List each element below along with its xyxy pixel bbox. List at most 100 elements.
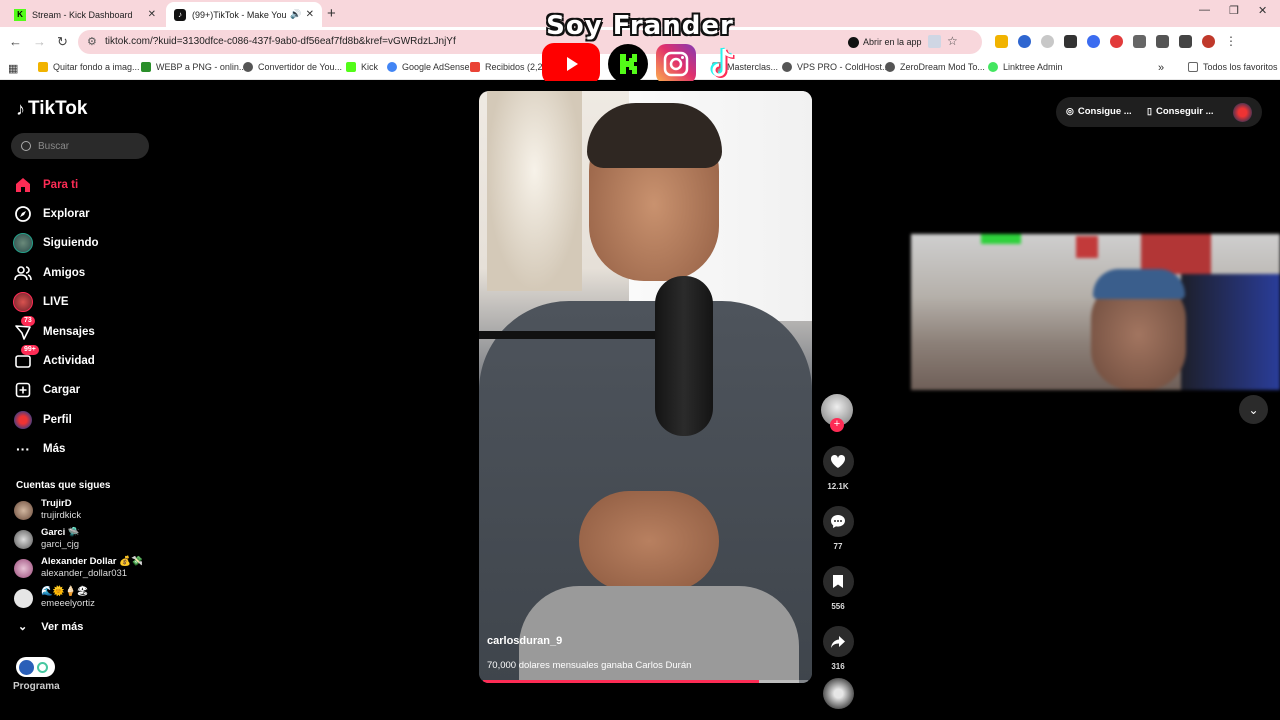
tiktok-logo-icon: ♪ (16, 98, 25, 119)
account-name: Garci 🛸 (41, 527, 80, 538)
extension-icon[interactable] (995, 35, 1008, 48)
see-more-label: Ver más (41, 620, 84, 633)
user-avatar[interactable] (1233, 103, 1252, 122)
sidebar-item-label: Más (43, 443, 66, 456)
bookmark-star-icon[interactable]: ☆ (947, 35, 960, 48)
tab-tiktok[interactable]: ♪ (99+)TikTok - Make Your Da 🔊 ✕ (166, 2, 322, 27)
minimize-icon[interactable]: — (1199, 4, 1210, 16)
cast-icon[interactable] (1156, 35, 1169, 48)
program-toggle[interactable] (16, 657, 55, 677)
bookmark-item[interactable]: Kick (346, 62, 378, 72)
profile-avatar-icon[interactable] (1202, 35, 1215, 48)
tab-title: (99+)TikTok - Make Your Da (192, 9, 287, 20)
video-username[interactable]: carlosduran_9 (487, 635, 562, 647)
chevron-down-button[interactable]: ⌄ (1239, 395, 1268, 424)
translate-icon[interactable] (928, 35, 941, 48)
account-handle: emeeelyortiz (41, 598, 95, 609)
get-coins-label: Consigue ... (1077, 106, 1132, 117)
all-favorites-folder[interactable]: Todos los favoritos (1188, 62, 1278, 72)
close-tab-icon[interactable]: ✕ (306, 9, 314, 20)
video-microphone (655, 276, 713, 436)
webcam-background (981, 234, 1021, 244)
friends-icon (13, 263, 33, 283)
video-player[interactable]: carlosduran_9 70,000 dolares mensuales g… (479, 91, 812, 683)
forward-icon[interactable]: → (33, 34, 46, 49)
bookmark-item[interactable]: WEBP a PNG - onlin... (141, 62, 246, 72)
webcam-streamer-cap (1093, 269, 1185, 299)
share-button[interactable]: 316 (821, 626, 855, 671)
search-input[interactable]: Buscar (11, 133, 149, 159)
sidebar-item-explorar[interactable]: Explorar (13, 199, 99, 228)
extension-icon[interactable] (1041, 35, 1054, 48)
kebab-menu-icon[interactable]: ⋮ (1225, 35, 1238, 48)
bookmark-item[interactable]: ZeroDream Mod To... (885, 62, 985, 72)
creator-avatar[interactable]: + (821, 394, 853, 432)
following-account[interactable]: Garci 🛸 garci_cjg (14, 527, 80, 551)
sidebar-item-label: Actividad (43, 355, 95, 368)
sidebar-item-para-ti[interactable]: Para ti (13, 170, 99, 199)
bookmark-item[interactable]: Convertidor de You... (243, 62, 342, 72)
live-avatar (13, 292, 33, 313)
audio-playing-icon[interactable]: 🔊 (290, 9, 301, 20)
media-controls-icon[interactable] (1179, 35, 1192, 48)
apps-grid-icon[interactable]: ▦ (8, 62, 18, 75)
sidebar-item-perfil[interactable]: Perfil (13, 405, 99, 434)
chevron-more-icon[interactable]: » (1158, 62, 1164, 74)
following-account[interactable]: 🌊🌞🍦🏖 emeeelyortiz (14, 586, 95, 610)
site-info-icon[interactable]: ⚙ (87, 35, 97, 48)
webcam-overlay (911, 234, 1280, 390)
sidebar-item-siguiendo[interactable]: Siguiendo (13, 229, 99, 258)
extension-icon[interactable] (1087, 35, 1100, 48)
sidebar-item-actividad[interactable]: 99+ Actividad (13, 345, 99, 375)
bookmark-item[interactable]: Quitar fondo a imag... (38, 62, 140, 72)
save-button[interactable]: 556 (821, 566, 855, 611)
extension-icon[interactable] (1064, 35, 1077, 48)
tiktok-logo[interactable]: ♪ TikTok (16, 98, 87, 120)
kick-icon (608, 44, 648, 84)
sidebar-item-amigos[interactable]: Amigos (13, 258, 99, 287)
close-window-icon[interactable]: ✕ (1258, 4, 1267, 17)
compass-icon (13, 204, 33, 224)
social-icons (542, 43, 744, 85)
account-name: 🌊🌞🍦🏖 (41, 586, 89, 597)
close-tab-icon[interactable]: ✕ (148, 9, 156, 20)
get-coins-button[interactable]: ◎ Consigue ... (1066, 106, 1132, 117)
restore-icon[interactable]: ❐ (1229, 4, 1239, 17)
home-icon (13, 175, 33, 195)
sidebar-item-live[interactable]: LIVE (13, 288, 99, 317)
following-account[interactable]: Alexander Dollar 💰💸 alexander_dollar031 (14, 556, 143, 580)
sidebar-item-cargar[interactable]: Cargar (13, 376, 99, 405)
get-app-label: Conseguir ... (1155, 106, 1214, 117)
avatar (14, 558, 33, 578)
streamer-name: Soy Frander (546, 11, 734, 41)
bookmark-item[interactable]: VPS PRO - ColdHost... (782, 62, 890, 72)
music-disc-icon[interactable] (822, 678, 854, 709)
extension-icon[interactable] (1018, 35, 1031, 48)
messages-icon: 73 (13, 315, 35, 342)
reload-icon[interactable]: ↻ (57, 34, 68, 50)
like-button[interactable]: 12.1K (821, 446, 855, 491)
bookmark-item[interactable]: Google AdSense (387, 62, 470, 72)
extension-icon[interactable] (1110, 35, 1123, 48)
sidebar-item-mensajes[interactable]: 73 Mensajes (13, 315, 99, 346)
youtube-icon (542, 43, 600, 85)
tab-kick-dashboard[interactable]: K Stream - Kick Dashboard ✕ (6, 2, 164, 27)
follow-plus-icon[interactable]: + (830, 418, 844, 432)
webcam-chair (1181, 274, 1280, 390)
following-account[interactable]: TrujirD trujirdkick (14, 498, 81, 522)
bookmark-item[interactable]: Linktree Admin (988, 62, 1063, 72)
sidebar-item-label: Amigos (43, 266, 86, 279)
sidebar-item-mas[interactable]: ··· Más (13, 435, 99, 464)
more-icon: ··· (16, 441, 30, 458)
back-icon[interactable]: ← (9, 34, 22, 49)
get-app-button[interactable]: ▯ Conseguir ... (1147, 106, 1214, 117)
video-progress-fill (483, 680, 760, 683)
bookmark-item[interactable]: Recibidos (2,229 (470, 62, 553, 72)
search-icon (21, 141, 31, 151)
extensions-puzzle-icon[interactable] (1133, 35, 1146, 48)
see-more-button[interactable]: ⌄ Ver más (18, 620, 84, 634)
video-progress-bar[interactable] (483, 680, 808, 683)
open-in-app-button[interactable]: Abrir en la app (848, 34, 922, 50)
comment-button[interactable]: 77 (821, 506, 855, 551)
new-tab-icon[interactable]: + (327, 5, 336, 22)
